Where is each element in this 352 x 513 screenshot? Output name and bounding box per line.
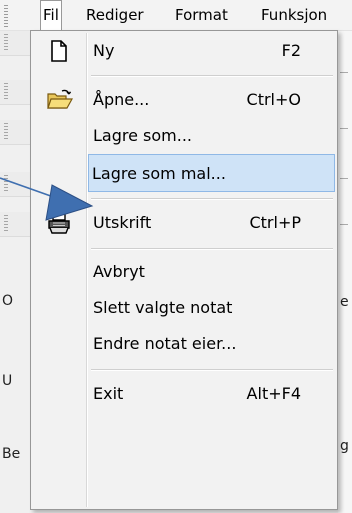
annotation-arrow xyxy=(0,177,94,221)
